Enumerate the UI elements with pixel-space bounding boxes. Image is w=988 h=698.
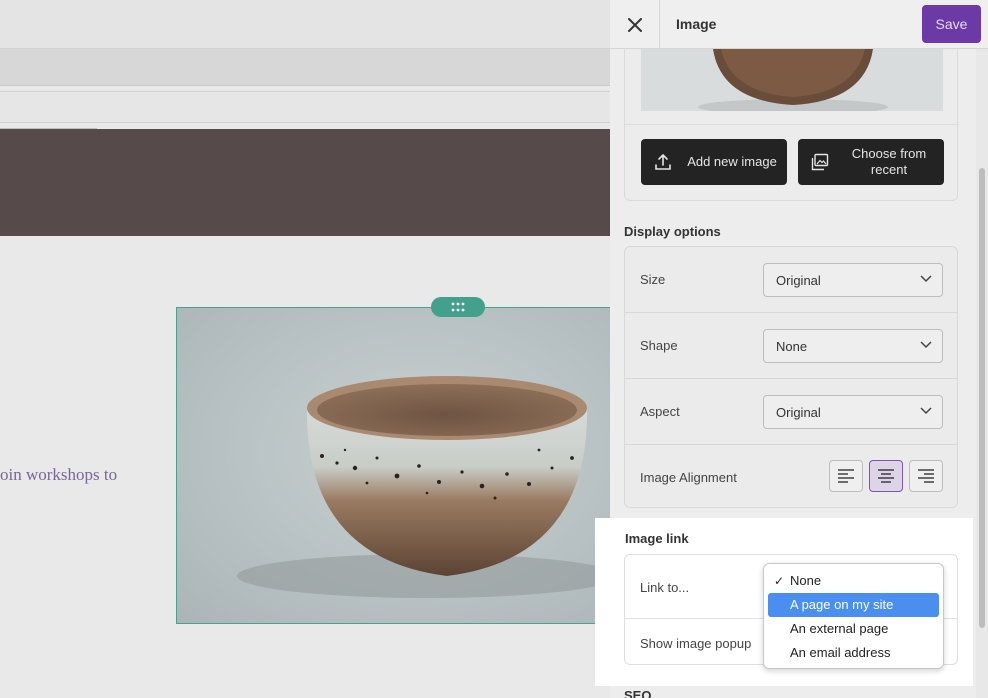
checkmark-icon: ✓ — [774, 574, 785, 588]
aspect-label: Aspect — [640, 404, 680, 419]
aspect-select[interactable]: Original — [763, 395, 943, 429]
editor-canvas: oin workshops to — [0, 0, 610, 698]
image-preview-card: Add new image Choose from recent — [624, 49, 959, 201]
grip-icon — [451, 302, 465, 312]
alignment-label: Image Alignment — [640, 470, 737, 485]
display-options-card: Size Original Shape None Aspect Original… — [624, 246, 958, 508]
shape-row: Shape None — [625, 313, 957, 379]
shape-select[interactable]: None — [763, 329, 943, 363]
aspect-row: Aspect Original — [625, 379, 957, 445]
align-left-icon — [838, 469, 854, 483]
choose-from-recent-label: Choose from recent — [851, 146, 927, 177]
seo-heading: SEO — [624, 688, 652, 698]
alignment-buttons — [829, 460, 943, 492]
chevron-down-icon — [920, 341, 932, 349]
close-icon — [627, 17, 642, 32]
show-image-popup-label: Show image popup — [640, 636, 752, 651]
align-right-button[interactable] — [909, 460, 943, 492]
align-left-button[interactable] — [829, 460, 863, 492]
link-option-none[interactable]: ✓ None — [768, 569, 939, 593]
display-options-heading: Display options — [624, 224, 721, 239]
page-body-text: oin workshops to — [0, 465, 118, 484]
image-link-heading: Image link — [625, 531, 689, 546]
selected-image-block[interactable] — [176, 307, 610, 624]
align-center-icon — [878, 469, 894, 483]
save-button[interactable]: Save — [922, 5, 981, 43]
add-new-image-button[interactable]: Add new image — [641, 139, 787, 185]
canvas-toolbar-row — [0, 49, 610, 86]
choose-from-recent-button[interactable]: Choose from recent — [798, 139, 944, 185]
link-to-label: Link to... — [640, 580, 690, 595]
bowl-thumbnail — [641, 49, 943, 111]
panel-scrollbar-thumb[interactable] — [979, 168, 985, 628]
gallery-icon — [798, 153, 842, 171]
link-option-email-address[interactable]: An email address — [768, 641, 939, 665]
size-row: Size Original — [625, 247, 957, 313]
align-center-button[interactable] — [869, 460, 903, 492]
link-option-page-on-site[interactable]: A page on my site — [768, 593, 939, 617]
panel-header: Image Save — [610, 0, 988, 49]
size-label: Size — [640, 272, 666, 287]
upload-icon — [641, 153, 685, 171]
hero-banner — [0, 129, 610, 236]
alignment-row: Image Alignment — [625, 445, 957, 511]
size-select[interactable]: Original — [763, 263, 943, 297]
image-preview — [641, 49, 943, 111]
chevron-down-icon — [920, 275, 932, 283]
chevron-down-icon — [920, 407, 932, 415]
link-option-external-page[interactable]: An external page — [768, 617, 939, 641]
bowl-image — [177, 308, 610, 623]
close-button[interactable] — [610, 0, 660, 49]
align-right-icon — [918, 469, 934, 483]
canvas-nav-row — [0, 91, 610, 123]
canvas-topbar — [0, 0, 610, 49]
link-to-dropdown: ✓ None A page on my site An external pag… — [763, 563, 944, 669]
panel-title: Image — [676, 16, 717, 32]
shape-label: Shape — [640, 338, 678, 353]
drag-handle[interactable] — [431, 297, 485, 317]
add-new-image-label: Add new image — [687, 154, 777, 169]
